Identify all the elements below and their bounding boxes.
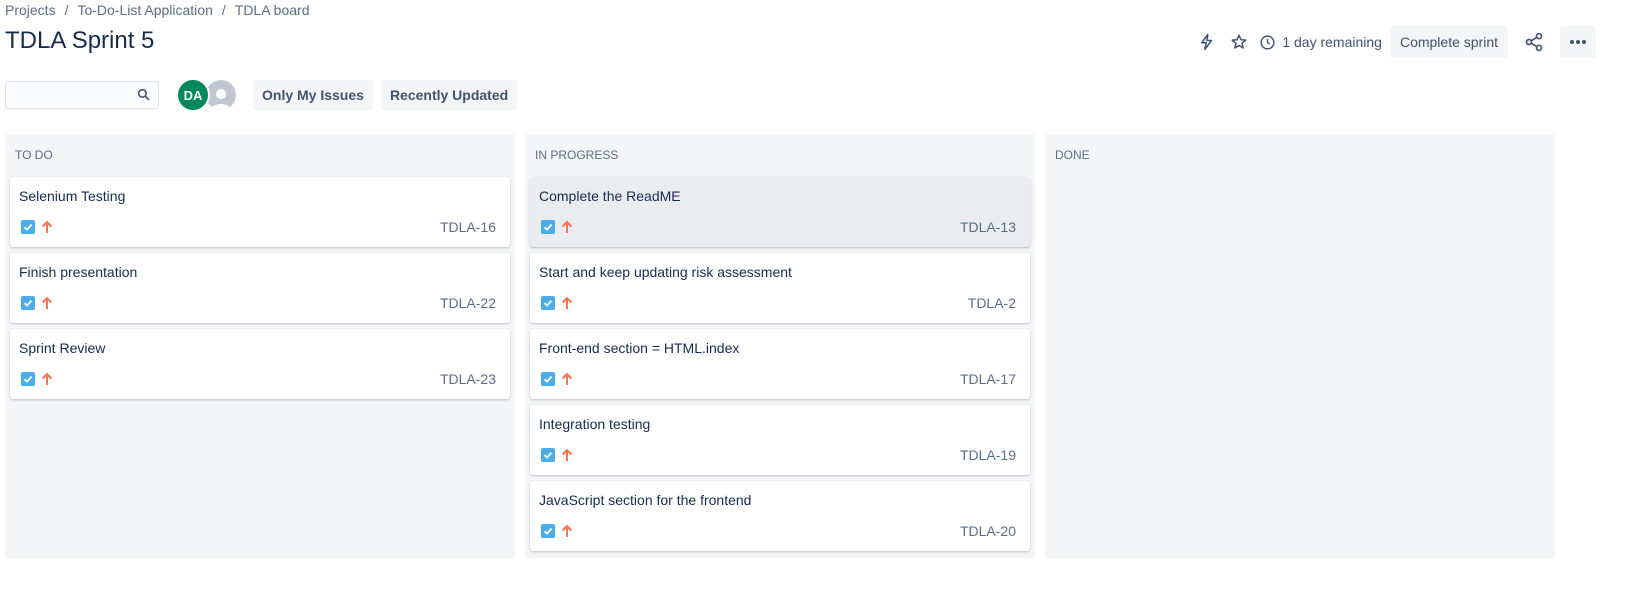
breadcrumb-separator: / xyxy=(64,2,69,18)
priority-high-icon xyxy=(561,524,573,537)
priority-high-icon xyxy=(561,448,573,461)
priority-high-icon xyxy=(561,296,573,309)
task-type-icon xyxy=(21,220,35,234)
recently-updated-filter[interactable]: Recently Updated xyxy=(380,80,518,110)
card-list: Complete the ReadME TDLA-13 Start and ke… xyxy=(530,177,1030,557)
search-icon xyxy=(137,88,150,101)
page-title: TDLA Sprint 5 xyxy=(5,27,155,54)
issue-card[interactable]: Finish presentation TDLA-22 xyxy=(10,253,510,323)
card-summary: Start and keep updating risk assessment xyxy=(539,264,792,280)
task-type-icon xyxy=(541,296,555,310)
breadcrumb-project[interactable]: To-Do-List Application xyxy=(77,2,212,18)
header-actions: 1 day remaining Complete sprint xyxy=(1191,26,1596,58)
more-icon xyxy=(1570,40,1586,44)
issue-key[interactable]: TDLA-2 xyxy=(968,295,1016,311)
column-in-progress: IN PROGRESS Complete the ReadME TDLA-13 … xyxy=(525,134,1035,558)
lightning-icon xyxy=(1201,33,1213,51)
priority-high-icon xyxy=(41,296,53,309)
issue-key[interactable]: TDLA-20 xyxy=(960,523,1016,539)
share-button[interactable] xyxy=(1518,26,1550,58)
card-summary: Finish presentation xyxy=(19,264,138,280)
star-button[interactable] xyxy=(1223,26,1255,58)
task-type-icon xyxy=(21,296,35,310)
breadcrumb-separator: / xyxy=(221,2,226,18)
avatar[interactable]: DA xyxy=(176,78,210,112)
assignee-avatars: DA xyxy=(176,78,238,112)
card-summary: Sprint Review xyxy=(19,340,106,356)
issue-card[interactable]: JavaScript section for the frontend TDLA… xyxy=(530,481,1030,551)
user-icon xyxy=(211,89,231,110)
breadcrumb-board[interactable]: TDLA board xyxy=(235,2,310,18)
priority-high-icon xyxy=(561,372,573,385)
issue-card[interactable]: Sprint Review TDLA-23 xyxy=(10,329,510,399)
automation-button[interactable] xyxy=(1191,26,1223,58)
more-actions-button[interactable] xyxy=(1560,26,1596,58)
task-type-icon xyxy=(541,524,555,538)
card-summary: JavaScript section for the frontend xyxy=(539,492,752,508)
card-summary: Integration testing xyxy=(539,416,651,432)
task-type-icon xyxy=(21,372,35,386)
sprint-board: TO DO Selenium Testing TDLA-16 Finish pr… xyxy=(5,134,1555,558)
issue-key[interactable]: TDLA-17 xyxy=(960,371,1016,387)
issue-card[interactable]: Front-end section = HTML.index TDLA-17 xyxy=(530,329,1030,399)
priority-high-icon xyxy=(41,220,53,233)
share-icon xyxy=(1525,32,1543,52)
search-box xyxy=(5,81,159,109)
issue-key[interactable]: TDLA-23 xyxy=(440,371,496,387)
column-title: DONE xyxy=(1055,148,1090,162)
task-type-icon xyxy=(541,220,555,234)
issue-card[interactable]: Complete the ReadME TDLA-13 xyxy=(530,177,1030,247)
card-summary: Front-end section = HTML.index xyxy=(539,340,740,356)
sprint-remaining: 1 day remaining xyxy=(1259,34,1382,51)
card-summary: Complete the ReadME xyxy=(539,188,681,204)
issue-card[interactable]: Start and keep updating risk assessment … xyxy=(530,253,1030,323)
star-icon xyxy=(1231,34,1247,49)
task-type-icon xyxy=(541,372,555,386)
issue-key[interactable]: TDLA-19 xyxy=(960,447,1016,463)
column-title: IN PROGRESS xyxy=(535,148,619,162)
issue-card[interactable]: Selenium Testing TDLA-16 xyxy=(10,177,510,247)
issue-card[interactable]: Integration testing TDLA-19 xyxy=(530,405,1030,475)
issue-key[interactable]: TDLA-13 xyxy=(960,219,1016,235)
card-list: Selenium Testing TDLA-16 Finish presenta… xyxy=(10,177,510,405)
priority-high-icon xyxy=(41,372,53,385)
task-type-icon xyxy=(541,448,555,462)
priority-high-icon xyxy=(561,220,573,233)
complete-sprint-button[interactable]: Complete sprint xyxy=(1389,26,1508,58)
breadcrumb-projects[interactable]: Projects xyxy=(5,2,56,18)
issue-key[interactable]: TDLA-16 xyxy=(440,219,496,235)
breadcrumb: Projects / To-Do-List Application / TDLA… xyxy=(5,2,309,18)
only-my-issues-filter[interactable]: Only My Issues xyxy=(253,80,373,110)
card-summary: Selenium Testing xyxy=(19,188,126,204)
search-input[interactable] xyxy=(6,82,138,106)
clock-icon xyxy=(1260,34,1275,50)
remaining-text: 1 day remaining xyxy=(1282,34,1382,50)
board-toolbar: DA Only My Issues Recently Updated xyxy=(5,78,518,112)
column-done: DONE xyxy=(1045,134,1555,558)
column-todo: TO DO Selenium Testing TDLA-16 Finish pr… xyxy=(5,134,515,558)
column-title: TO DO xyxy=(15,148,53,162)
issue-key[interactable]: TDLA-22 xyxy=(440,295,496,311)
